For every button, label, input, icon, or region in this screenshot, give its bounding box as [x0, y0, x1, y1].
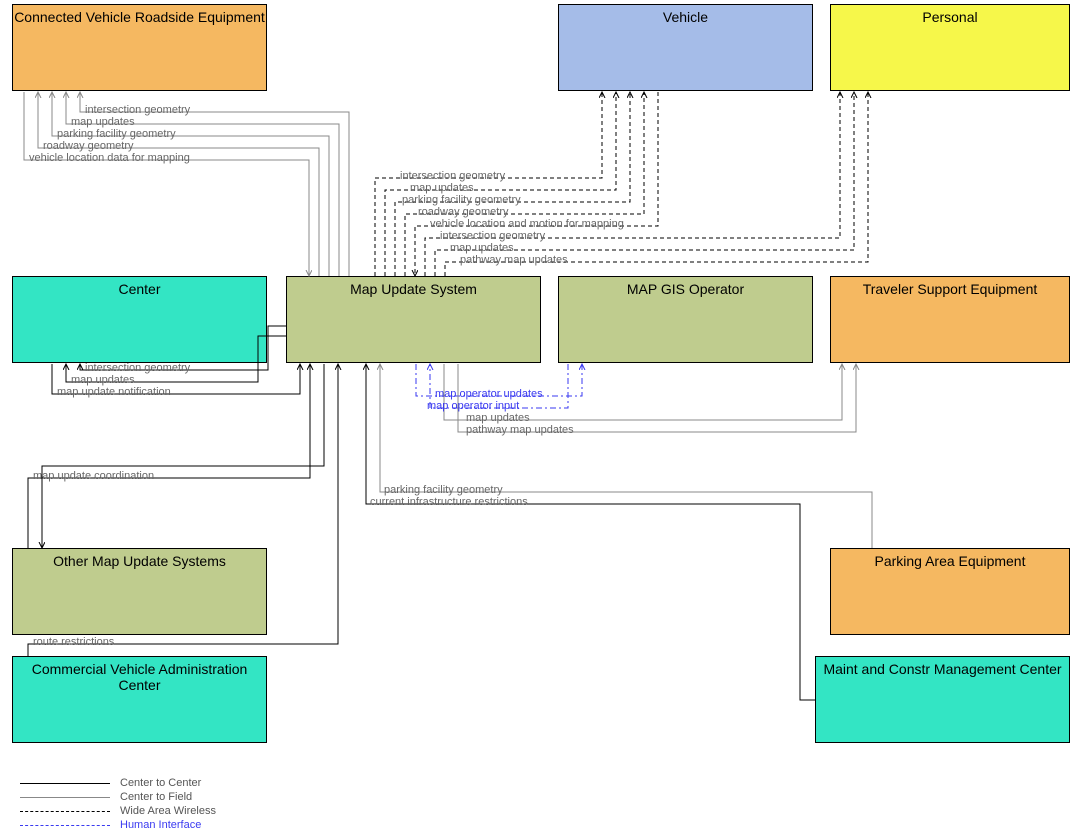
flow-label: map update coordination: [33, 470, 154, 482]
flow-label: parking facility geometry: [57, 128, 176, 140]
flow-label: intersection geometry: [85, 362, 190, 374]
legend-label: Wide Area Wireless: [120, 805, 216, 817]
flow-label: parking facility geometry: [384, 484, 503, 496]
flow-label: map operator input: [427, 400, 519, 412]
flow-label: map update notification: [57, 386, 171, 398]
legend-label: Center to Field: [120, 791, 192, 803]
diagram-connections: [0, 0, 1074, 836]
flow-label: vehicle location and motion for mapping: [430, 218, 624, 230]
legend: Center to Center Center to Field Wide Ar…: [20, 776, 216, 832]
flow-label: map updates: [466, 412, 530, 424]
flow-label: map updates: [71, 116, 135, 128]
flow-label: map updates: [450, 242, 514, 254]
flow-label: map updates: [71, 374, 135, 386]
flow-label: intersection geometry: [400, 170, 505, 182]
flow-label: pathway map updates: [460, 254, 568, 266]
flow-label: intersection geometry: [440, 230, 545, 242]
flow-label: current infrastructure restrictions: [370, 496, 528, 508]
flow-label: map operator updates: [435, 388, 543, 400]
flow-label: route restrictions: [33, 636, 114, 648]
legend-label: Human Interface: [120, 819, 201, 831]
flow-label: intersection geometry: [85, 104, 190, 116]
flow-label: pathway map updates: [466, 424, 574, 436]
flow-label: roadway geometry: [418, 206, 509, 218]
flow-label: roadway geometry: [43, 140, 134, 152]
flow-label: map updates: [410, 182, 474, 194]
flow-label: vehicle location data for mapping: [29, 152, 190, 164]
legend-label: Center to Center: [120, 777, 201, 789]
flow-label: parking facility geometry: [402, 194, 521, 206]
